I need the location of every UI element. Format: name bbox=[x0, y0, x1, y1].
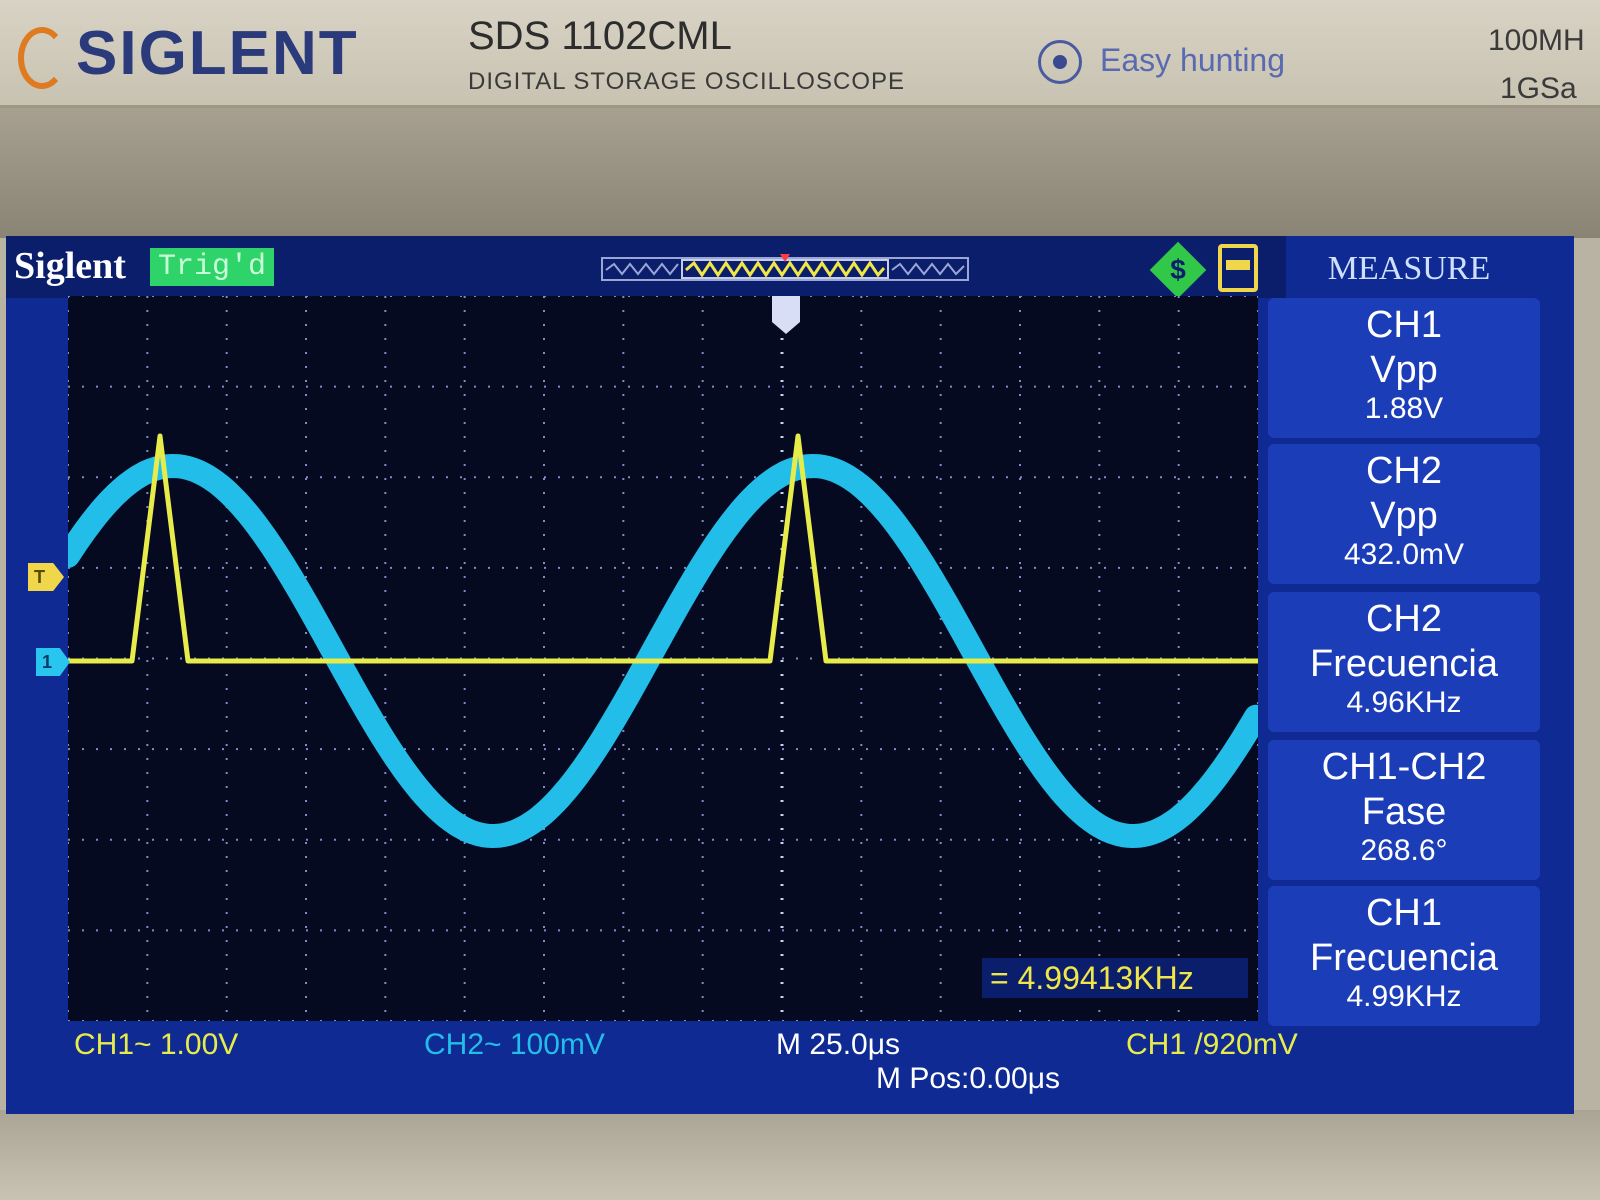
measure-name: Fase bbox=[1361, 791, 1447, 833]
feature-label: Easy hunting bbox=[1100, 42, 1286, 78]
memory-wave-right bbox=[891, 262, 965, 276]
measure-channel: CH1 bbox=[1365, 892, 1443, 934]
bezel-bottom bbox=[0, 1110, 1600, 1200]
oscilloscope-screen: Siglent Trig'd $ T 1 = 4.99413KHz MEASUR… bbox=[6, 236, 1574, 1114]
horizontal-position-readout: M Pos:0.00μs bbox=[876, 1062, 1061, 1095]
measure-item[interactable]: CH1 Vpp 1.88V bbox=[1268, 298, 1540, 438]
measure-channel: CH2 bbox=[1365, 450, 1443, 492]
measure-value: 4.99KHz bbox=[1346, 980, 1462, 1013]
timebase-readout: M 25.0μs bbox=[776, 1028, 900, 1061]
model-name: SDS 1102CML bbox=[468, 14, 732, 58]
brand-text: SIGLENT bbox=[76, 19, 359, 88]
usb-icon: $ bbox=[1149, 241, 1207, 299]
samplerate-spec: 1GSa bbox=[1500, 72, 1577, 105]
measure-value: 4.96KHz bbox=[1346, 686, 1462, 719]
trigger-status-badge: Trig'd bbox=[150, 248, 274, 286]
model-subtitle: DIGITAL STORAGE OSCILLOSCOPE bbox=[468, 68, 905, 95]
measure-name: Vpp bbox=[1370, 349, 1438, 391]
ch2-waveform bbox=[68, 454, 1258, 848]
measure-channel: CH2 bbox=[1365, 598, 1443, 640]
trigger-level-marker[interactable]: T bbox=[28, 563, 64, 591]
measure-name: Frecuencia bbox=[1310, 937, 1498, 979]
measure-channel: CH1-CH2 bbox=[1321, 746, 1487, 788]
bandwidth-spec: 100MH bbox=[1488, 24, 1585, 57]
waveform-display bbox=[68, 296, 1258, 1021]
measure-channel: CH1 bbox=[1365, 304, 1443, 346]
status-bar: Siglent Trig'd $ bbox=[6, 236, 1286, 299]
waveform-plot bbox=[68, 296, 1258, 1021]
screen-logo: Siglent bbox=[14, 245, 126, 287]
trigger-time-marker bbox=[772, 296, 800, 334]
measure-name: Vpp bbox=[1370, 495, 1438, 537]
measure-item[interactable]: CH1-CH2 Fase 268.6° bbox=[1268, 740, 1540, 880]
target-icon bbox=[1038, 40, 1082, 84]
memory-wave-window bbox=[685, 260, 886, 278]
measure-value: 432.0mV bbox=[1343, 538, 1465, 571]
usb-icon-label: $ bbox=[1170, 254, 1186, 285]
measure-value: 1.88V bbox=[1364, 392, 1444, 425]
measure-title[interactable]: MEASURE bbox=[1264, 250, 1554, 300]
bezel-top bbox=[0, 108, 1600, 238]
frequency-counter-readout: = 4.99413KHz bbox=[982, 958, 1248, 998]
measure-name: Frecuencia bbox=[1310, 643, 1498, 685]
measure-item[interactable]: CH2 Frecuencia 4.96KHz bbox=[1268, 592, 1540, 732]
measure-value: 268.6° bbox=[1360, 834, 1448, 867]
channel-ground-marker[interactable]: 1 bbox=[36, 648, 70, 676]
memory-wave-left bbox=[605, 262, 679, 276]
device-header: SIGLENT SDS 1102CML DIGITAL STORAGE OSCI… bbox=[0, 0, 1600, 108]
measure-item[interactable]: CH1 Frecuencia 4.99KHz bbox=[1268, 886, 1540, 1026]
brand-swoosh-icon bbox=[18, 26, 66, 89]
measure-item[interactable]: CH2 Vpp 432.0mV bbox=[1268, 444, 1540, 584]
ch2-scale-readout: CH2~ 100mV bbox=[424, 1028, 605, 1061]
memory-position-indicator bbox=[601, 254, 969, 281]
ch1-scale-readout: CH1~ 1.00V bbox=[74, 1028, 239, 1061]
brand-logo: SIGLENT bbox=[18, 18, 359, 89]
trigger-readout: CH1 /920mV bbox=[1126, 1028, 1298, 1061]
measure-panel: MEASURE CH1 Vpp 1.88V CH2 Vpp 432.0mV CH… bbox=[1264, 236, 1554, 1026]
printer-icon bbox=[1218, 244, 1258, 292]
